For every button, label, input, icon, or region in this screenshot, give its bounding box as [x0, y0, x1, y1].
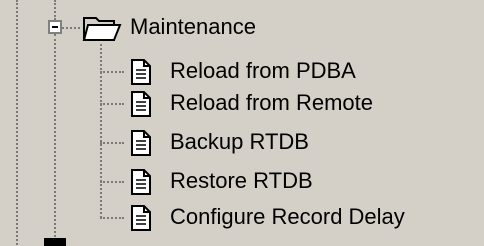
- tree-connector-item: [100, 142, 124, 144]
- collapse-toggle[interactable]: [48, 20, 62, 34]
- tree-item-label: Backup RTDB: [170, 129, 309, 154]
- document-icon: [131, 59, 151, 85]
- tree-item-label: Restore RTDB: [170, 168, 313, 193]
- tree-view: Maintenance Reload from PDBA Reload from…: [0, 0, 484, 246]
- folder-label-maintenance[interactable]: Maintenance: [130, 14, 256, 40]
- tree-item-backup-rtdb[interactable]: Backup RTDB: [0, 125, 484, 161]
- tree-item-reload-from-pdba[interactable]: Reload from PDBA: [0, 54, 484, 90]
- tree-connector-upper: [54, 0, 56, 20]
- document-icon: [131, 130, 151, 156]
- folder-open-icon: [82, 17, 122, 41]
- tree-item-label: Configure Record Delay: [170, 204, 405, 229]
- tree-connector-folder: [62, 27, 80, 29]
- tree-item-reload-from-remote[interactable]: Reload from Remote: [0, 86, 484, 122]
- tree-item-restore-rtdb[interactable]: Restore RTDB: [0, 164, 484, 200]
- tree-connector-item: [100, 217, 124, 219]
- tree-item-configure-record-delay[interactable]: Configure Record Delay: [0, 200, 484, 236]
- tree-item-label: Reload from Remote: [170, 90, 373, 115]
- tree-connector-item: [100, 71, 124, 73]
- tree-item-label: Reload from PDBA: [170, 58, 356, 83]
- document-icon: [131, 205, 151, 231]
- document-icon: [131, 169, 151, 195]
- tree-connector-item: [100, 103, 124, 105]
- document-icon: [131, 91, 151, 117]
- tree-connector-item: [100, 181, 124, 183]
